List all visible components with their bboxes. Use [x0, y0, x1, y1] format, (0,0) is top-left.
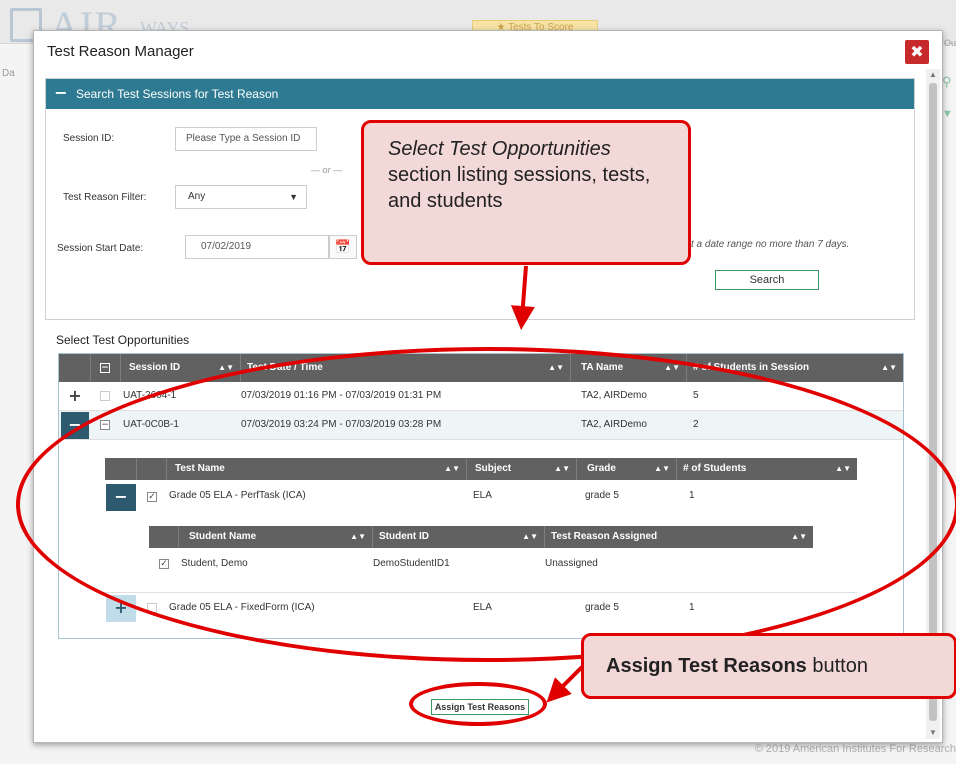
annotation-arrow-button — [546, 665, 584, 703]
annotation-callout-assign-button: Assign Test Reasons button — [581, 633, 956, 699]
callout-italic-text: Select Test Opportunities — [388, 138, 611, 160]
callout-bold-text: Assign Test Reasons — [606, 655, 807, 677]
callout-button-text: button — [812, 655, 868, 677]
callout-description-text: section listing sessions, tests, and stu… — [388, 164, 651, 212]
annotation-arrow-table — [510, 265, 535, 330]
annotation-callout-select-opportunities: Select Test Opportunities section listin… — [361, 120, 691, 265]
